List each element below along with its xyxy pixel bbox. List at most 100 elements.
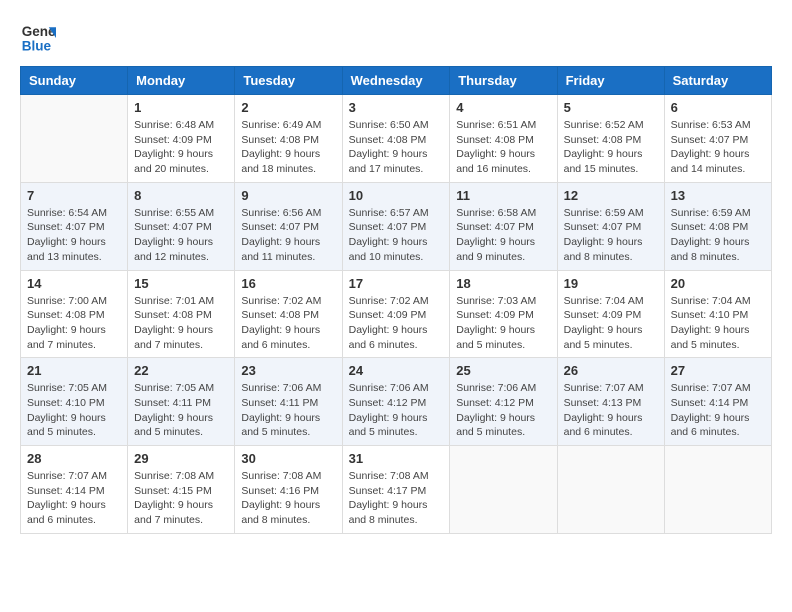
day-number: 11: [456, 188, 550, 203]
day-number: 14: [27, 276, 121, 291]
day-info: Sunrise: 7:04 AM Sunset: 4:10 PM Dayligh…: [671, 295, 751, 351]
weekday-header-saturday: Saturday: [664, 67, 771, 95]
day-info: Sunrise: 7:07 AM Sunset: 4:14 PM Dayligh…: [27, 470, 107, 526]
day-number: 29: [134, 451, 228, 466]
day-number: 12: [564, 188, 658, 203]
svg-text:General: General: [22, 24, 56, 39]
weekday-header-monday: Monday: [128, 67, 235, 95]
calendar-cell: 4 Sunrise: 6:51 AM Sunset: 4:08 PM Daylig…: [450, 95, 557, 183]
day-info: Sunrise: 7:08 AM Sunset: 4:17 PM Dayligh…: [349, 470, 429, 526]
day-number: 21: [27, 363, 121, 378]
calendar-cell: 9 Sunrise: 6:56 AM Sunset: 4:07 PM Daylig…: [235, 182, 342, 270]
calendar-cell: [664, 446, 771, 534]
day-number: 24: [349, 363, 444, 378]
calendar-cell: 25Sunrise: 7:06 AM Sunset: 4:12 PM Dayli…: [450, 358, 557, 446]
day-info: Sunrise: 6:54 AM Sunset: 4:07 PM Dayligh…: [27, 207, 107, 263]
day-info: Sunrise: 7:06 AM Sunset: 4:12 PM Dayligh…: [349, 382, 429, 438]
day-info: Sunrise: 7:07 AM Sunset: 4:13 PM Dayligh…: [564, 382, 644, 438]
day-number: 4: [456, 100, 550, 115]
weekday-header-thursday: Thursday: [450, 67, 557, 95]
day-info: Sunrise: 7:08 AM Sunset: 4:16 PM Dayligh…: [241, 470, 321, 526]
day-info: Sunrise: 6:52 AM Sunset: 4:08 PM Dayligh…: [564, 119, 644, 175]
day-number: 9: [241, 188, 335, 203]
day-info: Sunrise: 7:01 AM Sunset: 4:08 PM Dayligh…: [134, 295, 214, 351]
day-info: Sunrise: 6:58 AM Sunset: 4:07 PM Dayligh…: [456, 207, 536, 263]
calendar-cell: 13 Sunrise: 6:59 AM Sunset: 4:08 PM Dayli…: [664, 182, 771, 270]
day-number: 7: [27, 188, 121, 203]
day-number: 3: [349, 100, 444, 115]
day-info: Sunrise: 6:49 AM Sunset: 4:08 PM Dayligh…: [241, 119, 321, 175]
day-number: 23: [241, 363, 335, 378]
calendar-table: SundayMondayTuesdayWednesdayThursdayFrid…: [20, 66, 772, 534]
day-info: Sunrise: 7:07 AM Sunset: 4:14 PM Dayligh…: [671, 382, 751, 438]
day-number: 1: [134, 100, 228, 115]
day-info: Sunrise: 7:05 AM Sunset: 4:11 PM Dayligh…: [134, 382, 214, 438]
day-info: Sunrise: 7:00 AM Sunset: 4:08 PM Dayligh…: [27, 295, 107, 351]
week-row-5: 28 Sunrise: 7:07 AM Sunset: 4:14 PM Dayli…: [21, 446, 772, 534]
day-info: Sunrise: 6:53 AM Sunset: 4:07 PM Dayligh…: [671, 119, 751, 175]
calendar-cell: [21, 95, 128, 183]
calendar-cell: 14 Sunrise: 7:00 AM Sunset: 4:08 PM Dayli…: [21, 270, 128, 358]
weekday-header-tuesday: Tuesday: [235, 67, 342, 95]
calendar-cell: 30 Sunrise: 7:08 AM Sunset: 4:16 PM Dayli…: [235, 446, 342, 534]
calendar-cell: 7 Sunrise: 6:54 AM Sunset: 4:07 PM Daylig…: [21, 182, 128, 270]
calendar-cell: [450, 446, 557, 534]
day-number: 15: [134, 276, 228, 291]
calendar-cell: [557, 446, 664, 534]
day-info: Sunrise: 7:02 AM Sunset: 4:09 PM Dayligh…: [349, 295, 429, 351]
svg-text:Blue: Blue: [22, 39, 52, 54]
calendar-cell: 18 Sunrise: 7:03 AM Sunset: 4:09 PM Dayli…: [450, 270, 557, 358]
calendar-cell: 31 Sunrise: 7:08 AM Sunset: 4:17 PM Dayli…: [342, 446, 450, 534]
day-number: 22: [134, 363, 228, 378]
day-info: Sunrise: 6:59 AM Sunset: 4:08 PM Dayligh…: [671, 207, 751, 263]
calendar-cell: 23Sunrise: 7:06 AM Sunset: 4:11 PM Dayli…: [235, 358, 342, 446]
calendar-cell: 24 Sunrise: 7:06 AM Sunset: 4:12 PM Dayli…: [342, 358, 450, 446]
calendar-cell: 6 Sunrise: 6:53 AM Sunset: 4:07 PM Daylig…: [664, 95, 771, 183]
day-info: Sunrise: 7:03 AM Sunset: 4:09 PM Dayligh…: [456, 295, 536, 351]
weekday-header-row: SundayMondayTuesdayWednesdayThursdayFrid…: [21, 67, 772, 95]
day-info: Sunrise: 7:04 AM Sunset: 4:09 PM Dayligh…: [564, 295, 644, 351]
day-number: 8: [134, 188, 228, 203]
day-info: Sunrise: 6:48 AM Sunset: 4:09 PM Dayligh…: [134, 119, 214, 175]
calendar-cell: 19 Sunrise: 7:04 AM Sunset: 4:09 PM Dayli…: [557, 270, 664, 358]
day-number: 5: [564, 100, 658, 115]
day-info: Sunrise: 6:51 AM Sunset: 4:08 PM Dayligh…: [456, 119, 536, 175]
day-number: 19: [564, 276, 658, 291]
logo: General Blue: [20, 20, 60, 56]
day-number: 18: [456, 276, 550, 291]
day-number: 30: [241, 451, 335, 466]
day-info: Sunrise: 7:08 AM Sunset: 4:15 PM Dayligh…: [134, 470, 214, 526]
day-info: Sunrise: 6:50 AM Sunset: 4:08 PM Dayligh…: [349, 119, 429, 175]
day-number: 2: [241, 100, 335, 115]
calendar-cell: 17 Sunrise: 7:02 AM Sunset: 4:09 PM Dayli…: [342, 270, 450, 358]
calendar-cell: 10 Sunrise: 6:57 AM Sunset: 4:07 PM Dayli…: [342, 182, 450, 270]
day-info: Sunrise: 6:55 AM Sunset: 4:07 PM Dayligh…: [134, 207, 214, 263]
calendar-cell: 20Sunrise: 7:04 AM Sunset: 4:10 PM Dayli…: [664, 270, 771, 358]
day-number: 13: [671, 188, 765, 203]
day-info: Sunrise: 6:59 AM Sunset: 4:07 PM Dayligh…: [564, 207, 644, 263]
calendar-cell: 11 Sunrise: 6:58 AM Sunset: 4:07 PM Dayli…: [450, 182, 557, 270]
day-info: Sunrise: 6:57 AM Sunset: 4:07 PM Dayligh…: [349, 207, 429, 263]
day-number: 6: [671, 100, 765, 115]
calendar-cell: 8 Sunrise: 6:55 AM Sunset: 4:07 PM Daylig…: [128, 182, 235, 270]
week-row-1: 1 Sunrise: 6:48 AM Sunset: 4:09 PM Daylig…: [21, 95, 772, 183]
day-number: 10: [349, 188, 444, 203]
day-number: 26: [564, 363, 658, 378]
day-info: Sunrise: 7:05 AM Sunset: 4:10 PM Dayligh…: [27, 382, 107, 438]
day-number: 31: [349, 451, 444, 466]
logo-icon: General Blue: [20, 20, 56, 56]
day-info: Sunrise: 6:56 AM Sunset: 4:07 PM Dayligh…: [241, 207, 321, 263]
calendar-cell: 3 Sunrise: 6:50 AM Sunset: 4:08 PM Daylig…: [342, 95, 450, 183]
calendar-cell: 12 Sunrise: 6:59 AM Sunset: 4:07 PM Dayli…: [557, 182, 664, 270]
week-row-2: 7 Sunrise: 6:54 AM Sunset: 4:07 PM Daylig…: [21, 182, 772, 270]
calendar-cell: 16Sunrise: 7:02 AM Sunset: 4:08 PM Dayli…: [235, 270, 342, 358]
day-number: 17: [349, 276, 444, 291]
day-number: 28: [27, 451, 121, 466]
week-row-3: 14 Sunrise: 7:00 AM Sunset: 4:08 PM Dayli…: [21, 270, 772, 358]
calendar-cell: 27Sunrise: 7:07 AM Sunset: 4:14 PM Dayli…: [664, 358, 771, 446]
calendar-cell: 22 Sunrise: 7:05 AM Sunset: 4:11 PM Dayli…: [128, 358, 235, 446]
calendar-cell: 21 Sunrise: 7:05 AM Sunset: 4:10 PM Dayli…: [21, 358, 128, 446]
day-info: Sunrise: 7:02 AM Sunset: 4:08 PM Dayligh…: [241, 295, 321, 351]
day-number: 25: [456, 363, 550, 378]
calendar-cell: 1 Sunrise: 6:48 AM Sunset: 4:09 PM Daylig…: [128, 95, 235, 183]
